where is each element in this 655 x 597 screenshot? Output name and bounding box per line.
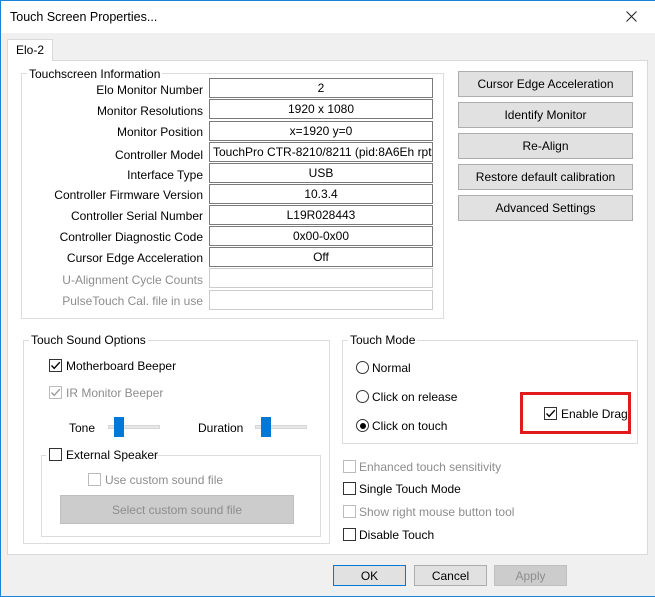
elo-monitor-number-label: Elo Monitor Number xyxy=(96,83,203,97)
show-right-mouse-button-tool-checkbox[interactable] xyxy=(343,505,356,518)
title-bar: Touch Screen Properties... xyxy=(1,1,655,33)
advanced-settings-button[interactable]: Advanced Settings xyxy=(458,195,633,221)
controller-serial-number-field: L19R028443 xyxy=(209,205,433,225)
tab-elo-2[interactable]: Elo-2 xyxy=(7,39,53,61)
enhanced-touch-sensitivity-label: Enhanced touch sensitivity xyxy=(359,460,502,474)
interface-type-label: Interface Type xyxy=(127,168,203,182)
apply-button[interactable]: Apply xyxy=(494,565,567,586)
cancel-button[interactable]: Cancel xyxy=(414,565,487,586)
external-speaker-checkbox[interactable] xyxy=(49,448,62,461)
controller-firmware-version-label: Controller Firmware Version xyxy=(54,188,203,202)
cursor-edge-acceleration-field: Off xyxy=(209,247,433,267)
ir-monitor-beeper-label: IR Monitor Beeper xyxy=(66,386,164,400)
disable-touch-label: Disable Touch xyxy=(359,528,435,542)
click-on-release-radio[interactable] xyxy=(356,390,369,403)
u-alignment-cycle-counts-field xyxy=(209,268,433,288)
motherboard-beeper-checkbox[interactable] xyxy=(49,359,62,372)
cursor-edge-acceleration-label: Cursor Edge Acceleration xyxy=(66,251,203,265)
tone-label: Tone xyxy=(69,421,96,435)
single-touch-mode-checkbox[interactable] xyxy=(343,482,356,495)
enable-drag-highlight xyxy=(520,392,631,434)
touchscreen-information-title: Touchscreen Information xyxy=(27,67,163,81)
controller-model-label: Controller Model xyxy=(114,148,203,162)
radio-selected-dot xyxy=(359,422,366,429)
pulsetouch-cal-file-field xyxy=(209,290,433,310)
tab-label: Elo-2 xyxy=(15,43,44,57)
external-speaker-label: External Speaker xyxy=(66,448,159,462)
monitor-resolutions-label: Monitor Resolutions xyxy=(96,104,203,118)
use-custom-sound-file-checkbox[interactable] xyxy=(88,473,101,486)
click-on-touch-radio[interactable] xyxy=(356,419,369,432)
restore-default-calibration-button[interactable]: Restore default calibration xyxy=(458,164,633,190)
click-on-release-radio-label: Click on release xyxy=(372,390,458,404)
duration-slider-thumb[interactable] xyxy=(261,417,272,437)
pulsetouch-cal-file-label: PulseTouch Cal. file in use xyxy=(62,294,203,308)
use-custom-sound-file-label: Use custom sound file xyxy=(105,473,224,487)
click-on-touch-radio-label: Click on touch xyxy=(372,419,448,433)
touch-sound-options-title: Touch Sound Options xyxy=(29,333,148,347)
controller-diagnostic-code-field: 0x00-0x00 xyxy=(209,226,433,246)
show-right-mouse-button-tool-label: Show right mouse button tool xyxy=(359,505,515,519)
interface-type-field: USB xyxy=(209,163,433,183)
disable-touch-checkbox[interactable] xyxy=(343,528,356,541)
single-touch-mode-label: Single Touch Mode xyxy=(359,482,461,496)
select-custom-sound-file-button[interactable]: Select custom sound file xyxy=(60,495,294,524)
u-alignment-cycle-counts-label: U-Alignment Cycle Counts xyxy=(62,273,203,287)
identify-monitor-button[interactable]: Identify Monitor xyxy=(458,102,633,128)
controller-firmware-version-field: 10.3.4 xyxy=(209,184,433,204)
close-icon xyxy=(625,11,637,23)
re-align-button[interactable]: Re-Align xyxy=(458,133,633,159)
cursor-edge-acceleration-button[interactable]: Cursor Edge Acceleration xyxy=(458,71,633,97)
close-button[interactable] xyxy=(609,1,653,32)
ir-monitor-beeper-checkbox[interactable] xyxy=(49,386,62,399)
checkmark-icon xyxy=(50,361,61,370)
tone-slider-thumb[interactable] xyxy=(114,417,125,437)
controller-model-field: TouchPro CTR-8210/8211 (pid:8A6Eh rpt:15… xyxy=(209,142,433,162)
window-title: Touch Screen Properties... xyxy=(10,10,158,24)
normal-radio-label: Normal xyxy=(372,361,411,375)
motherboard-beeper-label: Motherboard Beeper xyxy=(66,359,177,373)
controller-serial-number-label: Controller Serial Number xyxy=(70,209,203,223)
controller-diagnostic-code-label: Controller Diagnostic Code xyxy=(59,230,203,244)
enhanced-touch-sensitivity-checkbox[interactable] xyxy=(343,460,356,473)
duration-label: Duration xyxy=(198,421,244,435)
monitor-position-field: x=1920 y=0 xyxy=(209,121,433,141)
monitor-resolutions-field: 1920 x 1080 xyxy=(209,99,433,119)
normal-radio[interactable] xyxy=(356,361,369,374)
elo-monitor-number-field: 2 xyxy=(209,78,433,98)
ok-button[interactable]: OK xyxy=(333,565,406,586)
checkmark-icon xyxy=(50,388,61,397)
touch-mode-title: Touch Mode xyxy=(348,333,418,347)
monitor-position-label: Monitor Position xyxy=(116,125,203,139)
